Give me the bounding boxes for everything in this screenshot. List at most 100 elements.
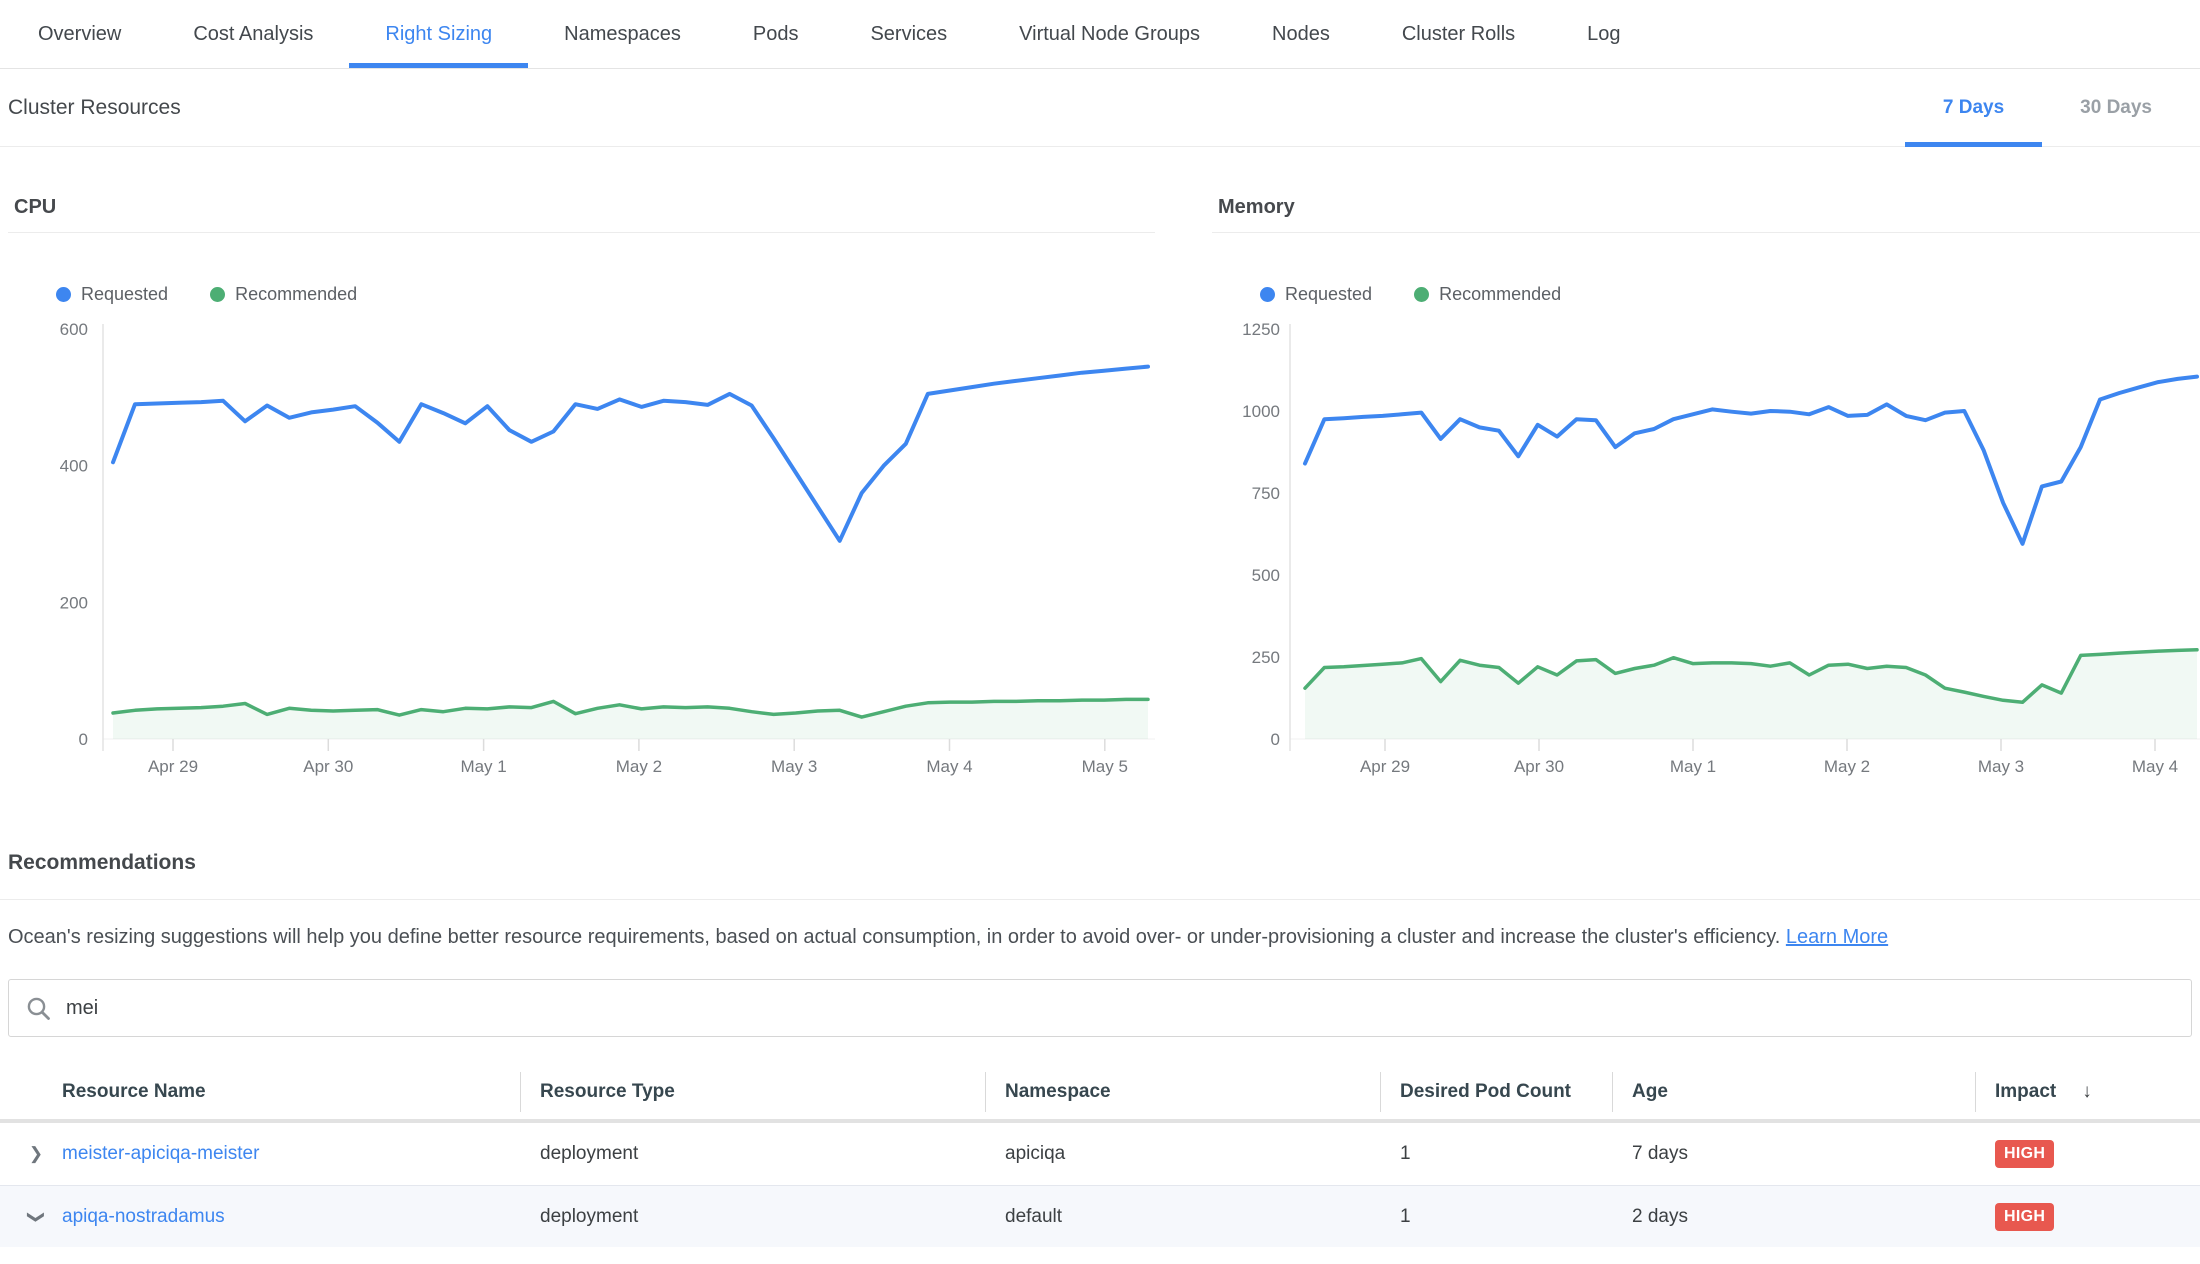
recommendations-title: Recommendations (0, 851, 2200, 900)
cell-resource-name: ❯ meister-apiciqa-meister (0, 1143, 520, 1165)
svg-text:Apr 29: Apr 29 (148, 757, 198, 776)
column-header-resource-name[interactable]: Resource Name (0, 1065, 520, 1119)
tab-cluster-rolls[interactable]: Cluster Rolls (1366, 0, 1551, 68)
charts-row: CPU Requested Recommended 0 200 400 600 Apr 2… (0, 147, 2200, 789)
table-body: ❯meister-apiciqa-meisterdeploymentapiciq… (0, 1123, 2200, 1247)
table-header: Resource Name Resource Type Namespace Desir… (0, 1065, 2200, 1123)
column-label-impact: Impact (1995, 1081, 2056, 1103)
search-icon (25, 995, 52, 1022)
svg-text:Apr 29: Apr 29 (1360, 757, 1410, 776)
legend-dot-requested (56, 287, 71, 302)
range-tab-7-days[interactable]: 7 Days (1905, 69, 2042, 146)
cell-impact: HIGH (1975, 1140, 2200, 1168)
tab-right-sizing[interactable]: Right Sizing (349, 0, 528, 68)
column-header-age[interactable]: Age (1612, 1065, 1975, 1119)
cell-namespace: apiciqa (985, 1143, 1380, 1165)
cell-desired-pod-count: 1 (1380, 1143, 1612, 1165)
svg-text:600: 600 (60, 320, 88, 339)
sort-arrow-down: ↓ (2082, 1081, 2092, 1103)
tab-cost-analysis[interactable]: Cost Analysis (157, 0, 349, 68)
table-row[interactable]: ❯ meister-apiciqa-meister deploymentapiciq… (0, 1123, 2200, 1185)
svg-text:750: 750 (1252, 484, 1280, 503)
svg-text:500: 500 (1252, 566, 1280, 585)
svg-text:1250: 1250 (1242, 320, 1280, 339)
column-header-resource-type[interactable]: Resource Type (520, 1065, 985, 1119)
legend-label-recommended: Recommended (1439, 284, 1561, 305)
column-label-resource-name: Resource Name (62, 1081, 206, 1103)
chevron-right-icon[interactable]: ❯ (28, 1144, 44, 1164)
column-header-impact[interactable]: Impact ↓ (1975, 1065, 2200, 1119)
search-input[interactable] (66, 997, 2175, 1020)
tab-overview[interactable]: Overview (2, 0, 157, 68)
svg-text:1000: 1000 (1242, 402, 1280, 421)
tab-nodes[interactable]: Nodes (1236, 0, 1366, 68)
table-row[interactable]: ❯ apiqa-nostradamus deploymentdefault12 da… (0, 1185, 2200, 1247)
legend-recommended[interactable]: Recommended (210, 284, 357, 305)
tab-log[interactable]: Log (1551, 0, 1656, 68)
svg-text:May 1: May 1 (460, 757, 506, 776)
cell-resource-type: deployment (520, 1143, 985, 1165)
resource-name-link[interactable]: meister-apiciqa-meister (62, 1143, 259, 1165)
column-label-desired-pod-count: Desired Pod Count (1400, 1081, 1571, 1103)
svg-text:May 2: May 2 (1824, 757, 1870, 776)
cell-resource-type: deployment (520, 1206, 985, 1228)
svg-text:May 1: May 1 (1670, 757, 1716, 776)
legend-requested[interactable]: Requested (1260, 284, 1372, 305)
time-range-tabs: 7 Days30 Days (1905, 69, 2190, 146)
recommendations-description-text: Ocean's resizing suggestions will help y… (8, 926, 1780, 948)
column-header-desired-pod-count[interactable]: Desired Pod Count (1380, 1065, 1612, 1119)
cell-resource-name: ❯ apiqa-nostradamus (0, 1206, 520, 1228)
cpu-chart: 0200400600Apr 29Apr 30May 1May 2May 3May… (8, 309, 1155, 789)
svg-text:Apr 30: Apr 30 (303, 757, 353, 776)
resource-name-link[interactable]: apiqa-nostradamus (62, 1206, 225, 1228)
legend-recommended[interactable]: Recommended (1414, 284, 1561, 305)
cell-namespace: default (985, 1206, 1380, 1228)
legend-label-recommended: Recommended (235, 284, 357, 305)
search-box[interactable] (8, 979, 2192, 1037)
cpu-chart-panel: CPU RequestedRecommended 0200400600Apr 2… (8, 147, 1155, 789)
top-nav: OverviewCost AnalysisRight SizingNamespa… (0, 0, 2200, 69)
cell-impact: HIGH (1975, 1203, 2200, 1231)
impact-badge: HIGH (1995, 1203, 2054, 1231)
legend-dot-recommended (1414, 287, 1429, 302)
cpu-chart-legend: Requested Recommended (56, 284, 1155, 305)
column-label-namespace: Namespace (1005, 1081, 1111, 1103)
chevron-down-icon[interactable]: ❯ (26, 1209, 46, 1225)
page-title: Cluster Resources (8, 96, 181, 120)
legend-label-requested: Requested (81, 284, 168, 305)
tab-services[interactable]: Services (834, 0, 983, 68)
svg-text:400: 400 (60, 457, 88, 476)
svg-text:May 5: May 5 (1082, 757, 1128, 776)
cell-desired-pod-count: 1 (1380, 1206, 1612, 1228)
column-label-resource-type: Resource Type (540, 1081, 675, 1103)
column-label-age: Age (1632, 1081, 1668, 1103)
range-tab-30-days[interactable]: 30 Days (2042, 69, 2190, 146)
column-header-namespace[interactable]: Namespace (985, 1065, 1380, 1119)
tab-namespaces[interactable]: Namespaces (528, 0, 717, 68)
svg-text:0: 0 (1271, 730, 1280, 749)
cpu-chart-title: CPU (8, 196, 1155, 233)
svg-text:May 4: May 4 (926, 757, 972, 776)
memory-chart-title: Memory (1212, 196, 2200, 233)
svg-text:Apr 30: Apr 30 (1514, 757, 1564, 776)
legend-dot-recommended (210, 287, 225, 302)
recommendations-description: Ocean's resizing suggestions will help y… (8, 926, 2192, 949)
svg-text:May 3: May 3 (1978, 757, 2024, 776)
svg-text:200: 200 (60, 593, 88, 612)
svg-text:May 4: May 4 (2132, 757, 2178, 776)
tab-pods[interactable]: Pods (717, 0, 835, 68)
recommendations-table: Resource Name Resource Type Namespace Desir… (0, 1065, 2200, 1247)
memory-chart-panel: Memory Requested Recommended 0 250 500 750 10… (1212, 147, 2200, 789)
impact-badge: HIGH (1995, 1140, 2054, 1168)
cluster-resources-header: Cluster Resources 7 Days30 Days (0, 69, 2200, 147)
tab-virtual-node-groups[interactable]: Virtual Node Groups (983, 0, 1236, 68)
svg-text:May 2: May 2 (616, 757, 662, 776)
legend-requested[interactable]: Requested (56, 284, 168, 305)
svg-text:May 3: May 3 (771, 757, 817, 776)
cell-age: 2 days (1612, 1206, 1975, 1228)
cell-age: 7 days (1612, 1143, 1975, 1165)
legend-dot-requested (1260, 287, 1275, 302)
svg-text:250: 250 (1252, 648, 1280, 667)
learn-more-link[interactable]: Learn More (1786, 926, 1888, 948)
memory-chart: 0 250 500 750 1000 1250 Apr 29 Apr 30 May 1 May 2… (1212, 309, 2200, 789)
